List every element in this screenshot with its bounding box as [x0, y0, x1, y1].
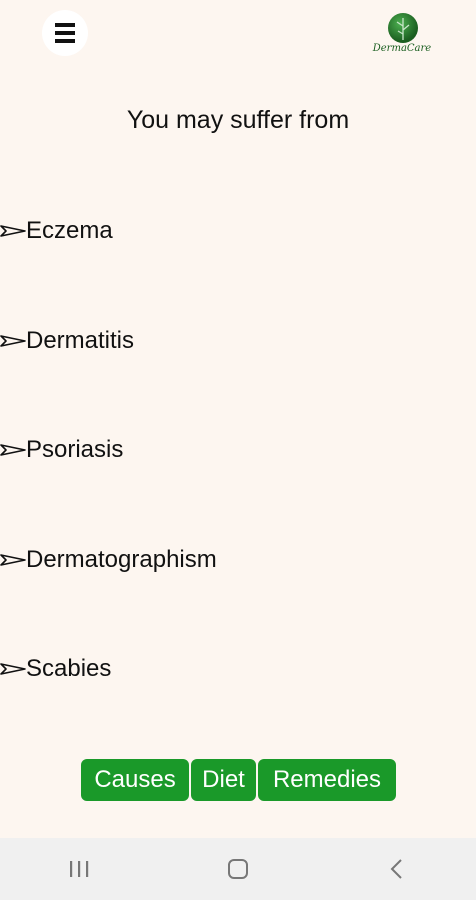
- home-icon: [227, 859, 248, 879]
- action-buttons: Causes Diet Remedies: [81, 759, 396, 801]
- recent-apps-icon: [70, 861, 89, 877]
- menu-button[interactable]: [42, 10, 88, 56]
- arrow-icon: [0, 663, 26, 675]
- arrow-icon: [0, 444, 26, 456]
- hamburger-menu-icon: [55, 23, 75, 43]
- page-heading: You may suffer from: [126, 106, 350, 134]
- disease-item-eczema[interactable]: Eczema: [0, 215, 113, 247]
- remedies-button[interactable]: Remedies: [258, 759, 396, 801]
- svg-text:DermaCare: DermaCare: [372, 43, 432, 54]
- disease-item-scabies[interactable]: Scabies: [0, 653, 111, 685]
- system-navigation-bar: [0, 838, 476, 900]
- disease-label: Scabies: [26, 655, 112, 682]
- disease-label: Eczema: [26, 217, 113, 244]
- disease-label: Dermatographism: [26, 546, 217, 573]
- disease-item-psoriasis[interactable]: Psoriasis: [0, 434, 123, 466]
- disease-label: Dermatitis: [26, 327, 135, 354]
- home-button[interactable]: [208, 849, 268, 889]
- arrow-icon: [0, 225, 26, 237]
- arrow-icon: [0, 554, 26, 566]
- recents-button[interactable]: [49, 849, 109, 889]
- disease-item-dermatitis[interactable]: Dermatitis: [0, 325, 134, 357]
- back-icon: [390, 859, 402, 879]
- diet-button[interactable]: Diet: [191, 759, 256, 801]
- app-logo: DermaCare: [368, 12, 436, 58]
- back-button[interactable]: [367, 849, 427, 889]
- disease-item-dermatographism[interactable]: Dermatographism: [0, 544, 217, 576]
- causes-button[interactable]: Causes: [81, 759, 189, 801]
- arrow-icon: [0, 335, 26, 347]
- disease-label: Psoriasis: [26, 436, 124, 463]
